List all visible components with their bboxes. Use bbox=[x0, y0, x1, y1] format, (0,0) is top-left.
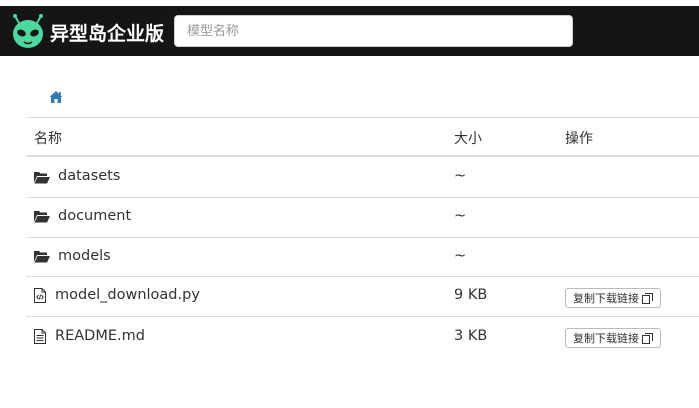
copy-download-link-label: 复制下载链接 bbox=[573, 292, 639, 305]
file-name-link[interactable]: README.md bbox=[55, 328, 145, 344]
copy-icon bbox=[642, 292, 653, 304]
folder-open-icon bbox=[34, 251, 50, 263]
file-name-link[interactable]: datasets bbox=[58, 168, 120, 184]
file-name-link[interactable]: model_download.py bbox=[55, 287, 200, 303]
divider bbox=[26, 155, 699, 157]
copy-download-link-button[interactable]: 复制下载链接 bbox=[565, 288, 661, 308]
divider bbox=[26, 197, 699, 198]
copy-icon bbox=[642, 332, 653, 344]
alien-head-icon bbox=[13, 14, 43, 48]
file-size: ~ bbox=[454, 208, 467, 224]
file-size: ~ bbox=[454, 248, 467, 264]
file-size: 3 KB bbox=[454, 328, 488, 344]
file-size: 9 KB bbox=[454, 287, 488, 303]
divider bbox=[26, 237, 699, 238]
file-name-link[interactable]: document bbox=[58, 208, 131, 224]
text-file-icon bbox=[34, 329, 46, 344]
file-name-link[interactable]: models bbox=[58, 248, 111, 264]
column-header-size: 大小 bbox=[454, 131, 482, 147]
divider bbox=[26, 276, 699, 277]
copy-download-link-button[interactable]: 复制下载链接 bbox=[565, 328, 661, 348]
file-size: ~ bbox=[454, 168, 467, 184]
folder-open-icon bbox=[34, 211, 50, 223]
brand[interactable]: 异型岛企业版 bbox=[10, 14, 164, 50]
code-file-icon bbox=[34, 288, 46, 303]
copy-download-link-label: 复制下载链接 bbox=[573, 332, 639, 345]
divider bbox=[26, 117, 699, 118]
home-icon[interactable] bbox=[49, 90, 63, 104]
brand-name: 异型岛企业版 bbox=[50, 22, 165, 45]
column-header-actions: 操作 bbox=[565, 131, 593, 147]
folder-open-icon bbox=[34, 172, 50, 184]
column-header-name: 名称 bbox=[34, 131, 62, 147]
divider bbox=[26, 316, 699, 317]
top-navbar: 异型岛企业版 bbox=[0, 6, 699, 56]
search-input[interactable] bbox=[174, 15, 573, 47]
